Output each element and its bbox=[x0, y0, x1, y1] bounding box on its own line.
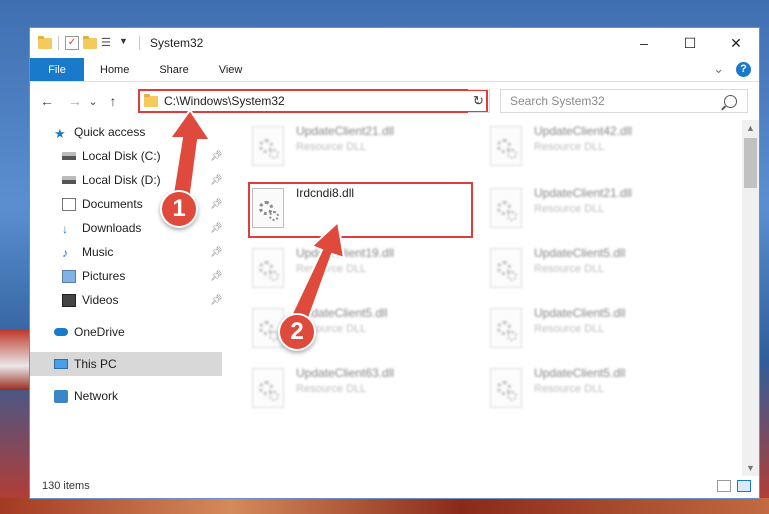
step-2-badge: 2 bbox=[278, 313, 316, 351]
annotation-arrows bbox=[168, 108, 346, 328]
arrow-1 bbox=[168, 108, 212, 201]
arrow-2 bbox=[288, 220, 346, 328]
step-1-badge: 1 bbox=[160, 190, 198, 228]
